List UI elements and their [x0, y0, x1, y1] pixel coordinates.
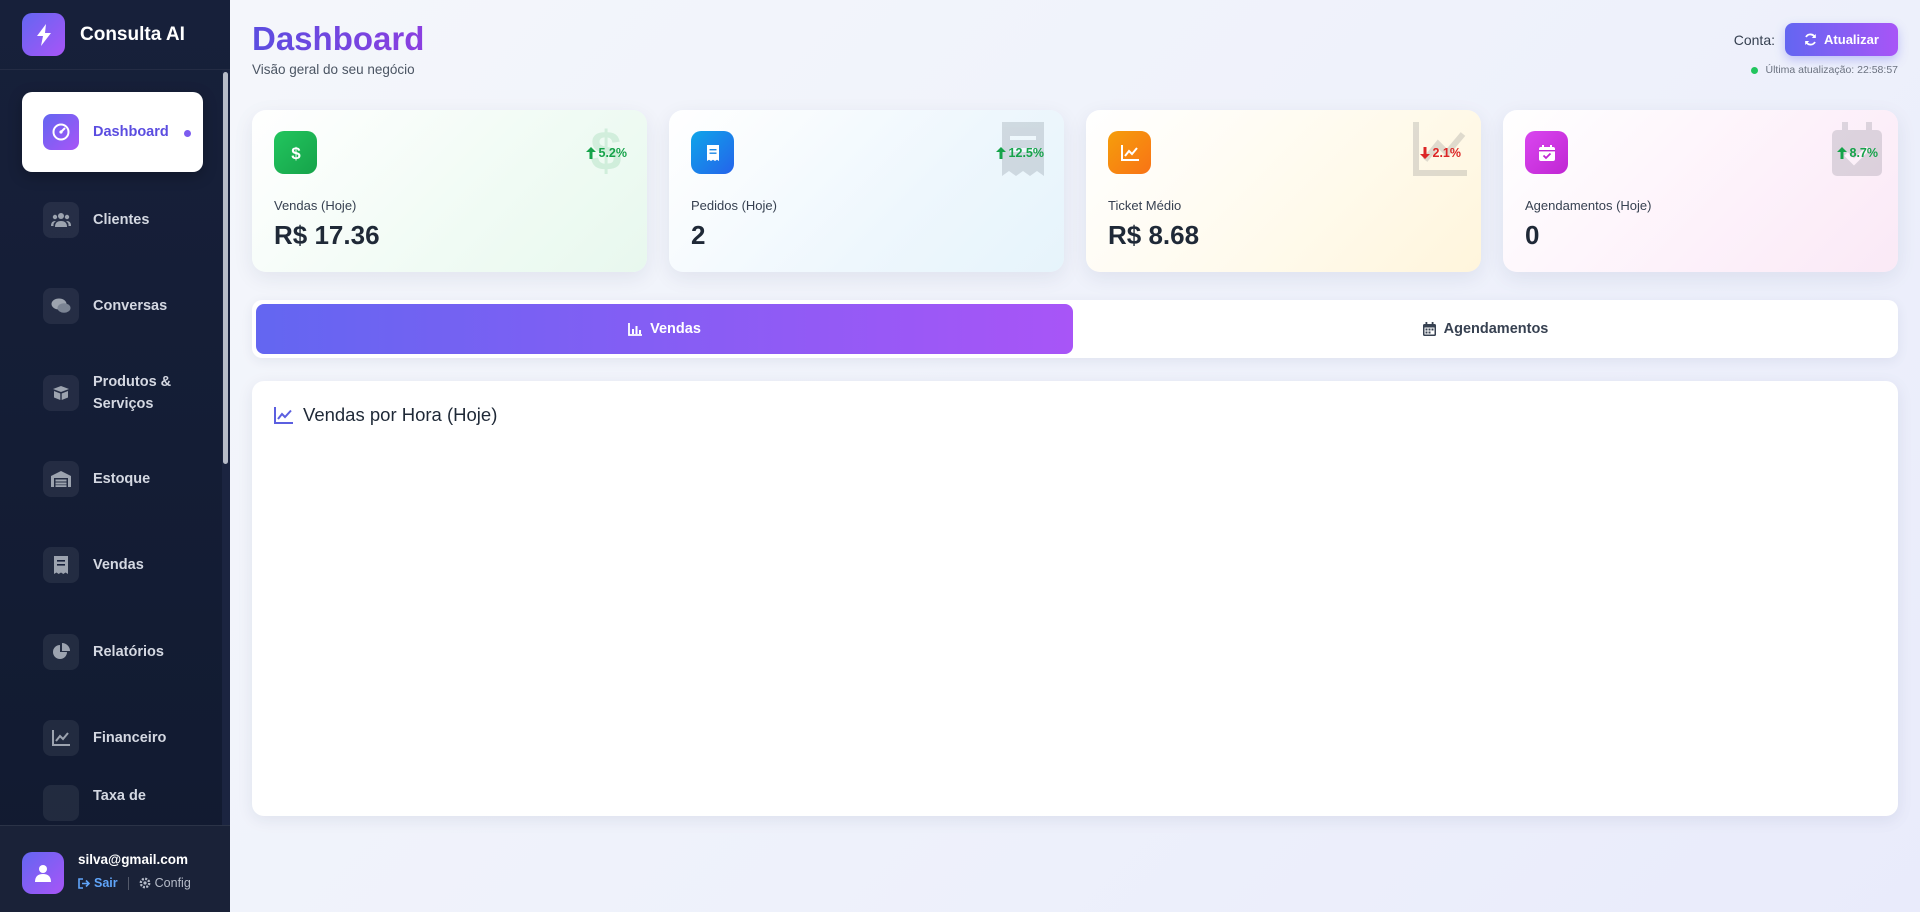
page-title: Dashboard	[252, 20, 425, 57]
divider	[127, 876, 129, 890]
logout-link[interactable]: Sair	[78, 876, 118, 890]
percent-icon	[43, 785, 79, 821]
config-label: Config	[154, 876, 191, 890]
sidebar-item-clientes[interactable]: Clientes	[22, 180, 203, 260]
arrow-down-icon	[1419, 147, 1430, 159]
logout-icon	[78, 877, 90, 889]
chart-tabs: Vendas Agendamentos	[252, 300, 1898, 358]
stat-value: 2	[691, 220, 706, 250]
sidebar-scrollbar[interactable]	[222, 70, 230, 825]
trend-value: 12.5%	[1008, 146, 1044, 160]
sidebar-item-label: Dashboard	[93, 124, 169, 140]
sidebar-item-label: Vendas	[93, 557, 144, 573]
chart-title-text: Vendas por Hora (Hoje)	[303, 404, 498, 425]
sidebar-nav: Dashboard Clientes Conversas Produtos & …	[0, 70, 222, 825]
sidebar-item-dashboard[interactable]: Dashboard	[22, 92, 203, 172]
calendar-check-icon	[1525, 131, 1568, 174]
gauge-icon	[43, 114, 79, 150]
trend-badge: 2.1%	[1419, 146, 1462, 160]
arrow-up-icon	[585, 147, 596, 159]
sidebar: Consulta AI Dashboard Clientes Conversas	[0, 0, 230, 912]
sidebar-item-label: Taxa de	[93, 788, 146, 804]
brand[interactable]: Consulta AI	[0, 0, 230, 70]
users-icon	[43, 202, 79, 238]
receipt-icon	[43, 547, 79, 583]
bar-chart-icon	[628, 322, 643, 336]
stat-value: R$ 8.68	[1108, 220, 1200, 250]
line-chart-icon	[1108, 131, 1151, 174]
tab-label: Vendas	[650, 321, 701, 337]
sidebar-item-label: Estoque	[93, 471, 151, 487]
stat-card-agendamentos[interactable]: 8.7% Agendamentos (Hoje) 0	[1503, 110, 1898, 272]
trend-badge: 8.7%	[1836, 146, 1879, 160]
sidebar-item-label: Relatórios	[93, 644, 164, 660]
scrollbar-thumb[interactable]	[223, 72, 228, 464]
dollar-icon: $	[274, 131, 317, 174]
last-update: Última atualização: 22:58:57	[1750, 64, 1899, 76]
user-icon	[35, 865, 51, 882]
avatar[interactable]	[22, 852, 64, 894]
sidebar-item-conversas[interactable]: Conversas	[22, 266, 203, 346]
receipt-icon	[691, 131, 734, 174]
sidebar-item-vendas[interactable]: Vendas	[22, 525, 203, 605]
stat-card-pedidos[interactable]: 12.5% Pedidos (Hoje) 2	[669, 110, 1064, 272]
user-panel: silva@gmail.com Sair Config	[0, 825, 230, 912]
sidebar-item-label: Financeiro	[93, 730, 167, 746]
refresh-label: Atualizar	[1824, 32, 1879, 47]
sidebar-item-label: Clientes	[93, 212, 150, 228]
sidebar-item-taxa[interactable]: Taxa de	[22, 785, 203, 825]
calendar-icon	[1422, 322, 1436, 336]
sidebar-item-estoque[interactable]: Estoque	[22, 439, 203, 519]
stat-card-ticket-medio[interactable]: 2.1% Ticket Médio R$ 8.68	[1086, 110, 1481, 272]
chart-area	[274, 451, 1874, 796]
svg-text:$: $	[291, 144, 301, 163]
stat-value: R$ 17.36	[274, 220, 380, 250]
trend-value: 2.1%	[1432, 146, 1462, 160]
gear-icon	[139, 877, 151, 889]
user-email: silva@gmail.com	[78, 852, 188, 867]
stat-label: Agendamentos (Hoje)	[1525, 198, 1652, 213]
tab-agendamentos[interactable]: Agendamentos	[1077, 304, 1894, 354]
stat-card-vendas[interactable]: $ $ 5.2% Vendas (Hoje) R$ 17.36	[252, 110, 647, 272]
trend-value: 5.2%	[598, 146, 628, 160]
sidebar-item-relatorios[interactable]: Relatórios	[22, 612, 203, 692]
refresh-button[interactable]: Atualizar	[1785, 23, 1898, 56]
stat-label: Pedidos (Hoje)	[691, 198, 777, 213]
stat-label: Vendas (Hoje)	[274, 198, 357, 213]
trend-value: 8.7%	[1849, 146, 1879, 160]
line-chart-icon	[274, 406, 293, 424]
stat-label: Ticket Médio	[1108, 198, 1182, 213]
app-name: Consulta AI	[80, 23, 185, 45]
sidebar-item-label: Conversas	[93, 298, 168, 314]
account-label: Conta:	[1733, 32, 1775, 48]
logout-label: Sair	[94, 876, 118, 890]
chat-icon	[43, 288, 79, 324]
chart-panel: Vendas por Hora (Hoje)	[252, 381, 1898, 816]
arrow-up-icon	[1836, 147, 1847, 159]
line-chart-icon	[43, 720, 79, 756]
refresh-icon	[1805, 33, 1816, 46]
tab-label: Agendamentos	[1443, 321, 1549, 337]
page-subtitle: Visão geral do seu negócio	[252, 62, 415, 77]
stat-value: 0	[1525, 220, 1540, 250]
user-actions: Sair Config	[78, 876, 191, 890]
last-update-text: Última atualização: 22:58:57	[1765, 64, 1899, 76]
lightning-icon	[22, 13, 65, 56]
status-dot	[1750, 66, 1758, 74]
active-indicator	[184, 130, 191, 137]
trend-badge: 5.2%	[585, 146, 628, 160]
tab-vendas[interactable]: Vendas	[256, 304, 1073, 354]
arrow-up-icon	[995, 147, 1006, 159]
main-content: Dashboard Visão geral do seu negócio Con…	[230, 0, 1920, 912]
warehouse-icon	[43, 461, 79, 497]
pie-chart-icon	[43, 634, 79, 670]
trend-badge: 12.5%	[995, 146, 1044, 160]
sidebar-item-financeiro[interactable]: Financeiro	[22, 698, 203, 778]
chart-title: Vendas por Hora (Hoje)	[274, 404, 497, 426]
sidebar-item-label: Produtos & Serviços	[93, 374, 172, 412]
sidebar-item-produtos[interactable]: Produtos & Serviços	[22, 353, 203, 433]
box-icon	[43, 375, 79, 411]
config-link[interactable]: Config	[139, 876, 191, 890]
